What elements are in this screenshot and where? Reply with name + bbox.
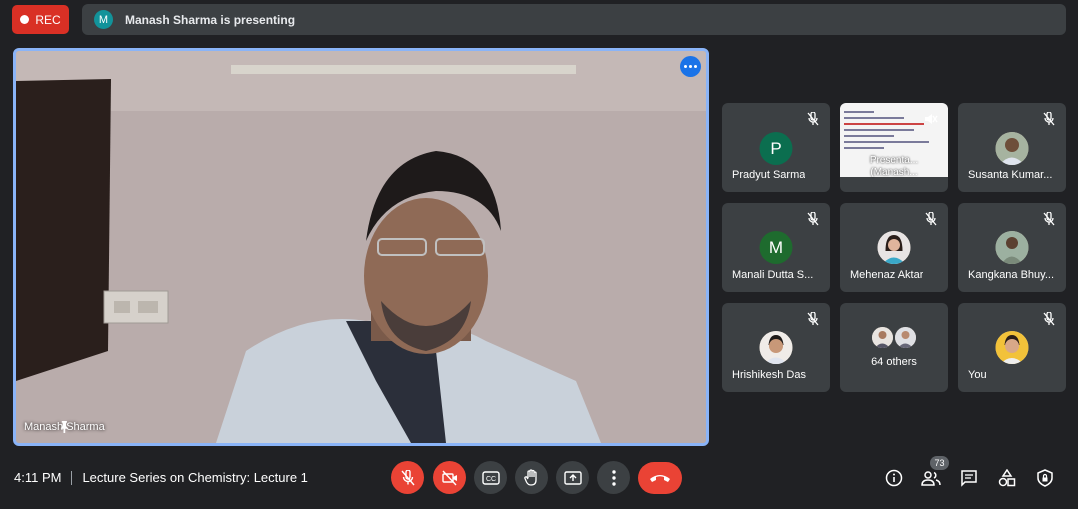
participant-name: Hrishikesh Das bbox=[732, 369, 806, 381]
mic-off-icon bbox=[807, 112, 819, 126]
main-video[interactable]: Manash Sharma bbox=[13, 48, 709, 446]
participant-tile[interactable]: Kangkana Bhuy... bbox=[958, 203, 1066, 292]
recording-indicator: REC bbox=[12, 5, 69, 34]
avatar-photo bbox=[872, 327, 893, 348]
mic-off-icon bbox=[807, 212, 819, 226]
participant-name: Pradyut Sarma bbox=[732, 169, 806, 181]
screen-label-line1: Presenta... bbox=[869, 155, 919, 166]
shapes-icon bbox=[998, 469, 1016, 487]
mic-off-icon bbox=[925, 212, 937, 226]
meeting-info: 4:11 PM Lecture Series on Chemistry: Lec… bbox=[14, 470, 308, 485]
meeting-details-button[interactable] bbox=[882, 466, 906, 490]
present-icon bbox=[563, 470, 582, 485]
others-tile[interactable]: 64 others bbox=[840, 303, 948, 392]
raise-hand-button[interactable] bbox=[515, 461, 548, 494]
participant-tile[interactable]: Hrishikesh Das bbox=[722, 303, 830, 392]
avatar-photo bbox=[995, 331, 1029, 364]
avatar-photo bbox=[877, 231, 911, 264]
chat-button[interactable] bbox=[957, 466, 981, 490]
camera-toggle-button[interactable] bbox=[433, 461, 466, 494]
presenter-video-image bbox=[16, 51, 706, 443]
divider bbox=[71, 470, 73, 485]
avatar-photo bbox=[895, 327, 916, 348]
hand-icon bbox=[523, 468, 537, 486]
pin-icon[interactable] bbox=[24, 421, 105, 433]
mic-off-icon bbox=[1043, 112, 1055, 126]
presenting-banner: M Manash Sharma is presenting bbox=[82, 4, 1066, 35]
participant-name: Susanta Kumar... bbox=[968, 169, 1053, 181]
screen-share-tile[interactable]: Presenta... (Manash... bbox=[840, 103, 948, 192]
avatar-photo bbox=[995, 132, 1029, 165]
chat-icon bbox=[961, 470, 977, 487]
record-dot-icon bbox=[20, 15, 30, 24]
avatar-photo bbox=[759, 331, 793, 364]
captions-icon: CC bbox=[481, 470, 500, 485]
hang-up-icon bbox=[650, 475, 670, 482]
more-options-menu-button[interactable] bbox=[597, 461, 630, 494]
leave-call-button[interactable] bbox=[638, 462, 682, 494]
meeting-title: Lecture Series on Chemistry: Lecture 1 bbox=[82, 470, 308, 485]
participant-tile[interactable]: P Pradyut Sarma bbox=[722, 103, 830, 192]
screen-label-line2: (Manash... bbox=[870, 167, 918, 178]
recording-label: REC bbox=[35, 12, 61, 27]
activities-button[interactable] bbox=[995, 466, 1019, 490]
captions-label: CC bbox=[485, 476, 495, 483]
present-screen-button[interactable] bbox=[556, 461, 589, 494]
participant-tile[interactable]: Mehenaz Aktar bbox=[840, 203, 948, 292]
presenting-text: Manash Sharma is presenting bbox=[125, 12, 296, 27]
mic-off-icon bbox=[807, 312, 819, 326]
others-count-label: 64 others bbox=[871, 356, 917, 368]
screen-share-label: Presenta... (Manash... bbox=[840, 155, 948, 179]
participants-count-badge: 73 bbox=[930, 456, 949, 470]
shield-lock-icon bbox=[1037, 469, 1053, 487]
participant-tile[interactable]: M Manali Dutta S... bbox=[722, 203, 830, 292]
people-icon bbox=[921, 471, 941, 486]
microphone-toggle-button[interactable] bbox=[391, 461, 424, 494]
volume-off-icon bbox=[925, 114, 938, 124]
avatar: P bbox=[759, 132, 793, 165]
self-tile[interactable]: You bbox=[958, 303, 1066, 392]
more-vert-icon bbox=[611, 469, 616, 486]
participant-name: You bbox=[968, 369, 987, 381]
mic-off-icon bbox=[1043, 212, 1055, 226]
mic-off-icon bbox=[1043, 312, 1055, 326]
participant-name: Mehenaz Aktar bbox=[850, 269, 924, 281]
captions-button[interactable]: CC bbox=[474, 461, 507, 494]
presenter-avatar: M bbox=[94, 10, 113, 29]
camera-off-icon bbox=[441, 470, 457, 485]
presenter-label: Manash Sharma bbox=[24, 421, 105, 433]
others-avatars bbox=[872, 327, 916, 348]
mic-off-icon bbox=[400, 469, 415, 485]
avatar-photo bbox=[995, 231, 1029, 264]
participant-name: Manali Dutta S... bbox=[732, 269, 814, 281]
info-icon bbox=[885, 469, 903, 487]
clock: 4:11 PM bbox=[14, 470, 62, 485]
avatar: M bbox=[759, 231, 793, 264]
participant-name: Kangkana Bhuy... bbox=[968, 269, 1055, 281]
host-controls-button[interactable] bbox=[1033, 466, 1057, 490]
more-options-button[interactable] bbox=[680, 56, 701, 77]
participant-tile[interactable]: Susanta Kumar... bbox=[958, 103, 1066, 192]
